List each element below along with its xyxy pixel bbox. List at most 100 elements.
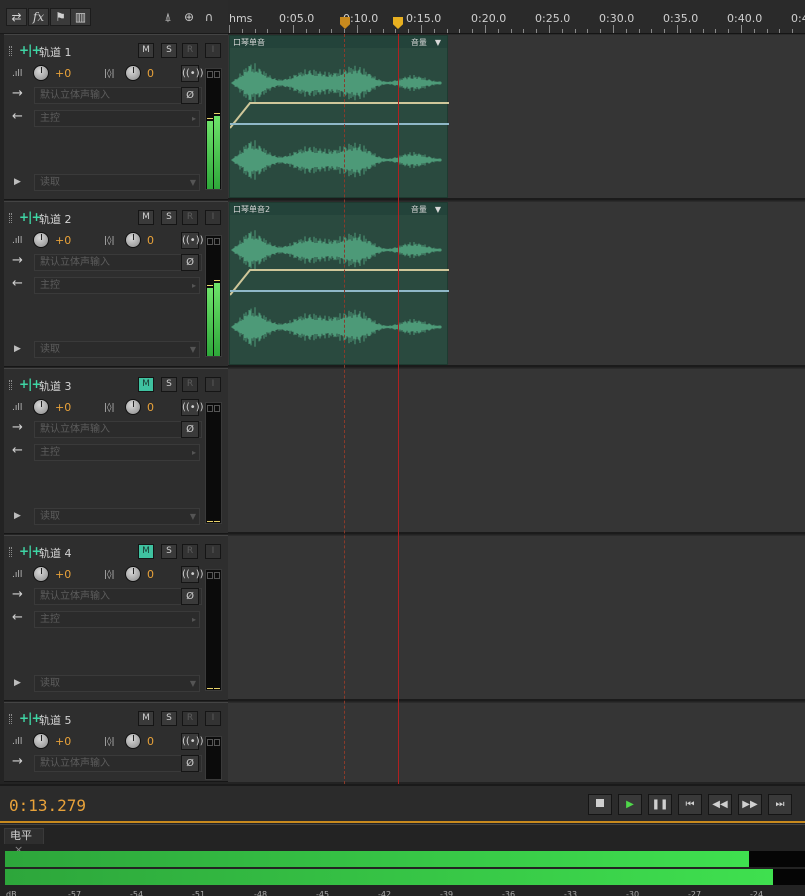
drag-handle[interactable] <box>9 714 12 724</box>
mute-button[interactable]: M <box>138 43 154 58</box>
volume-knob[interactable] <box>33 65 49 81</box>
mute-button[interactable]: M <box>138 711 154 726</box>
input-dropdown[interactable]: 默认立体声输入▸ <box>34 87 202 104</box>
pan-knob[interactable] <box>125 232 141 248</box>
switch-arrows-icon[interactable]: ⇄ <box>6 8 27 26</box>
clip-indicator[interactable] <box>214 405 220 412</box>
pan-value[interactable]: 0 <box>147 234 154 247</box>
track-lane[interactable]: 口琴单音2 音量 ▼ <box>228 201 805 367</box>
input-dropdown[interactable]: 默认立体声输入▸ <box>34 421 202 438</box>
phase-invert-icon[interactable]: Ø <box>181 588 199 605</box>
timeline-ruler[interactable]: hms 0:05.0 0:10.0 0:15.0 0:20.0 0:25.0 0… <box>228 0 805 34</box>
volume-value[interactable]: +0 <box>55 67 71 80</box>
selection-start-marker[interactable] <box>340 17 350 29</box>
mute-button[interactable]: M <box>138 377 154 392</box>
stereo-toggle-icon[interactable]: ((•)) <box>181 65 204 82</box>
audio-clip[interactable]: 口琴单音 音量 ▼ <box>229 35 449 198</box>
mute-button[interactable]: M <box>138 544 154 559</box>
clip-volume-label[interactable]: 音量 ▼ <box>411 37 441 48</box>
volume-knob[interactable] <box>33 232 49 248</box>
track-lane[interactable] <box>228 535 805 701</box>
metronome-icon[interactable]: ⍋ <box>160 9 176 25</box>
volume-value[interactable]: +0 <box>55 568 71 581</box>
clip-indicator[interactable] <box>214 572 220 579</box>
headphones-icon[interactable]: ∩ <box>201 9 217 25</box>
pan-knob[interactable] <box>125 399 141 415</box>
fast-forward-button[interactable]: ▶▶ <box>738 794 762 815</box>
track-name[interactable]: 轨道 5 <box>39 712 72 728</box>
rewind-button[interactable]: ◀◀ <box>708 794 732 815</box>
clip-indicator[interactable] <box>214 71 220 78</box>
track-name[interactable]: 轨道 4 <box>39 545 72 561</box>
record-arm-button[interactable]: R <box>182 377 198 392</box>
input-dropdown[interactable]: 默认立体声输入▸ <box>34 755 202 772</box>
clip-indicator[interactable] <box>214 739 220 746</box>
clip-indicator[interactable] <box>214 238 220 245</box>
eq-icon[interactable]: ▥ <box>70 8 91 26</box>
monitor-input-button[interactable]: I <box>205 210 221 225</box>
expand-triangle-icon[interactable]: ▶ <box>14 177 21 187</box>
stereo-toggle-icon[interactable]: ((•)) <box>181 399 204 416</box>
track-name[interactable]: 轨道 2 <box>39 211 72 227</box>
solo-button[interactable]: S <box>161 711 177 726</box>
automation-dropdown[interactable]: 读取 ▼ <box>34 508 200 525</box>
fx-icon[interactable]: fx <box>28 8 49 26</box>
clip-indicator[interactable] <box>207 71 213 78</box>
clip-volume-label[interactable]: 音量 ▼ <box>411 204 441 215</box>
input-icon[interactable]: ⊕ <box>181 9 197 25</box>
pan-value[interactable]: 0 <box>147 568 154 581</box>
mute-button[interactable]: M <box>138 210 154 225</box>
automation-dropdown[interactable]: 读取 ▼ <box>34 174 200 191</box>
automation-dropdown[interactable]: 读取 ▼ <box>34 675 200 692</box>
input-dropdown[interactable]: 默认立体声输入▸ <box>34 588 202 605</box>
clip-indicator[interactable] <box>207 572 213 579</box>
pan-value[interactable]: 0 <box>147 735 154 748</box>
phase-invert-icon[interactable]: Ø <box>181 87 199 104</box>
clip-indicator[interactable] <box>207 238 213 245</box>
volume-knob[interactable] <box>33 399 49 415</box>
drag-handle[interactable] <box>9 547 12 557</box>
record-arm-button[interactable]: R <box>182 210 198 225</box>
phase-invert-icon[interactable]: Ø <box>181 254 199 271</box>
solo-button[interactable]: S <box>161 210 177 225</box>
monitor-input-button[interactable]: I <box>205 43 221 58</box>
volume-knob[interactable] <box>33 733 49 749</box>
sends-icon[interactable]: ⚑ <box>50 8 71 26</box>
solo-button[interactable]: S <box>161 43 177 58</box>
expand-triangle-icon[interactable]: ▶ <box>14 344 21 354</box>
stereo-toggle-icon[interactable]: ((•)) <box>181 232 204 249</box>
volume-knob[interactable] <box>33 566 49 582</box>
stereo-toggle-icon[interactable]: ((•)) <box>181 566 204 583</box>
volume-value[interactable]: +0 <box>55 735 71 748</box>
playhead-line[interactable] <box>398 34 399 784</box>
go-to-start-button[interactable]: ⏮ <box>678 794 702 815</box>
record-arm-button[interactable]: R <box>182 711 198 726</box>
pan-knob[interactable] <box>125 733 141 749</box>
track-lane[interactable] <box>228 702 805 782</box>
pan-value[interactable]: 0 <box>147 401 154 414</box>
stereo-toggle-icon[interactable]: ((•)) <box>181 733 204 750</box>
solo-button[interactable]: S <box>161 377 177 392</box>
tab-levels[interactable]: 电平 × <box>4 828 44 856</box>
pause-button[interactable]: ❚❚ <box>648 794 672 815</box>
go-to-end-button[interactable]: ⏭ <box>768 794 792 815</box>
track-name[interactable]: 轨道 3 <box>39 378 72 394</box>
record-arm-button[interactable]: R <box>182 544 198 559</box>
playhead-marker[interactable] <box>393 17 403 29</box>
play-button[interactable]: ▶ <box>618 794 642 815</box>
monitor-input-button[interactable]: I <box>205 377 221 392</box>
input-dropdown[interactable]: 默认立体声输入▸ <box>34 254 202 271</box>
output-dropdown[interactable]: 主控 ▸ <box>34 444 200 461</box>
monitor-input-button[interactable]: I <box>205 711 221 726</box>
track-name[interactable]: 轨道 1 <box>39 44 72 60</box>
volume-value[interactable]: +0 <box>55 401 71 414</box>
clip-indicator[interactable] <box>207 405 213 412</box>
pan-knob[interactable] <box>125 566 141 582</box>
pan-value[interactable]: 0 <box>147 67 154 80</box>
track-lane[interactable] <box>228 368 805 534</box>
expand-triangle-icon[interactable]: ▶ <box>14 511 21 521</box>
phase-invert-icon[interactable]: Ø <box>181 755 199 772</box>
drag-handle[interactable] <box>9 46 12 56</box>
output-dropdown[interactable]: 主控 ▸ <box>34 277 200 294</box>
phase-invert-icon[interactable]: Ø <box>181 421 199 438</box>
